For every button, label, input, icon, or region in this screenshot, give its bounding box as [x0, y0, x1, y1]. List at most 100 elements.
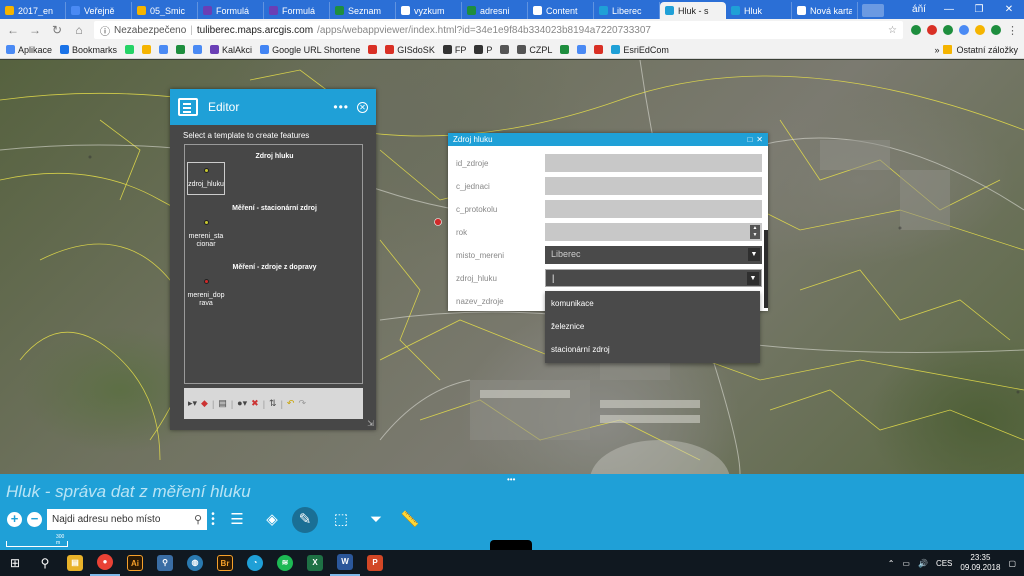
dropdown-option[interactable]: stacionární zdroj	[545, 337, 760, 360]
browser-tab[interactable]: Seznam	[330, 2, 396, 19]
star-icon[interactable]: ☆	[888, 25, 897, 36]
zdroj-hluku-select[interactable]: | ▼	[545, 269, 762, 287]
taskbar-app-search[interactable]: ⚲	[150, 550, 180, 576]
bookmark-item[interactable]	[176, 45, 186, 54]
dropdown-option[interactable]: komunikace	[545, 291, 760, 314]
redo-icon[interactable]: ↷	[298, 398, 306, 409]
close-icon[interactable]: ✕	[357, 101, 368, 113]
template-item-mereni-doprava[interactable]: mereni_dop rava	[187, 277, 225, 308]
search-box[interactable]: Najdi adresu nebo místo ⚲	[47, 509, 207, 530]
list-icon[interactable]: ☰	[226, 509, 248, 531]
extension-icon[interactable]	[991, 25, 1001, 35]
minimize-icon[interactable]: —	[934, 4, 964, 15]
profile-name[interactable]: áňí	[904, 4, 934, 15]
browser-tab[interactable]: Veřejně	[66, 2, 132, 19]
template-item-zdroj-hluku[interactable]: zdroj_hluku	[187, 162, 225, 195]
panel-grip-icon[interactable]: •••	[507, 475, 515, 484]
back-icon[interactable]: ←	[6, 23, 20, 37]
extension-icon[interactable]	[943, 25, 953, 35]
browser-tab[interactable]: Hluk - s	[660, 2, 726, 19]
select-tool-icon[interactable]: ▸▾	[188, 398, 197, 409]
browser-tab[interactable]: adresni	[462, 2, 528, 19]
bookmark-item[interactable]	[125, 45, 135, 54]
bookmark-item[interactable]	[368, 45, 378, 54]
spinner-icon[interactable]: ▲ ▼	[750, 225, 760, 239]
extension-icon[interactable]	[975, 25, 985, 35]
browser-tab[interactable]: Content	[528, 2, 594, 19]
bookmark-item[interactable]	[594, 45, 604, 54]
bookmark-item[interactable]	[193, 45, 203, 54]
edit-icon[interactable]: ✎	[292, 507, 318, 533]
resize-handle-icon[interactable]: ⇲	[367, 419, 374, 428]
search-input[interactable]: Najdi adresu nebo místo	[52, 514, 194, 525]
keyboard-language[interactable]: CES	[936, 559, 952, 568]
bookmark-item[interactable]: CZPL	[517, 45, 552, 55]
network-icon[interactable]: ▭	[902, 559, 910, 568]
taskbar-app-excel[interactable]: X	[300, 550, 330, 576]
volume-icon[interactable]: 🔊	[918, 559, 928, 568]
taskbar-app-word[interactable]: W	[330, 550, 360, 576]
taskbar-app-globe[interactable]: ◍	[180, 550, 210, 576]
template-item-mereni-stacionar[interactable]: mereni_sta cionar	[187, 218, 225, 249]
bookmark-item[interactable]: GISdoSK	[385, 45, 435, 55]
search-options-icon[interactable]: • • •	[211, 510, 215, 530]
undo-icon[interactable]: ↶	[287, 398, 295, 409]
dropdown-option[interactable]: železnice	[545, 314, 760, 337]
extension-icon[interactable]	[911, 25, 921, 35]
bookmark-item[interactable]: Bookmarks	[60, 45, 117, 55]
close-window-icon[interactable]: ✕	[994, 4, 1024, 15]
split-icon[interactable]: ⇅	[269, 398, 277, 409]
c-jednaci-input[interactable]	[545, 177, 762, 195]
chevron-up-icon[interactable]: ⌃	[888, 559, 895, 568]
filter-icon[interactable]: ⏷	[365, 509, 387, 531]
taskbar-app-spotify[interactable]: ≋	[270, 550, 300, 576]
id-zdroje-input[interactable]	[545, 154, 762, 172]
menu-icon[interactable]: ⋮	[1007, 24, 1018, 37]
bookmark-item[interactable]: EsriEdCom	[611, 45, 669, 55]
taskbar-app-chrome[interactable]: ●	[90, 550, 120, 576]
windows-start-icon[interactable]: ⊞	[0, 550, 30, 576]
reload-icon[interactable]: ↻	[50, 23, 64, 37]
bookmark-item[interactable]: P	[474, 45, 492, 55]
info-icon[interactable]: ⓘ	[100, 23, 110, 38]
delete-icon[interactable]: ✖	[251, 398, 259, 409]
taskbar-app-bridge[interactable]: Br	[210, 550, 240, 576]
chevron-down-icon[interactable]: ▼	[747, 272, 759, 285]
notifications-icon[interactable]: ▢	[1008, 559, 1016, 568]
restore-icon[interactable]: ❐	[964, 4, 994, 15]
bookmark-item[interactable]	[577, 45, 587, 54]
more-options-icon[interactable]: •••	[333, 100, 349, 114]
eraser-icon[interactable]: ◆	[201, 398, 208, 409]
search-icon[interactable]: ⚲	[194, 513, 202, 526]
attribute-scrollbar[interactable]	[764, 230, 768, 308]
misto-mereni-select[interactable]: Liberec ▼	[545, 246, 762, 264]
taskbar-app-explorer[interactable]: ▤	[60, 550, 90, 576]
layers-icon[interactable]: ◈	[261, 509, 283, 531]
search-icon[interactable]: ⚲	[30, 550, 60, 576]
c-protokolu-input[interactable]	[545, 200, 762, 218]
measure-icon[interactable]: 📏	[399, 509, 421, 531]
bookmark-item[interactable]	[500, 45, 510, 54]
bookmark-item[interactable]	[142, 45, 152, 54]
forward-icon[interactable]: →	[28, 23, 42, 37]
extension-icon[interactable]	[927, 25, 937, 35]
maximize-icon[interactable]: □	[747, 135, 752, 144]
new-tab-button[interactable]	[862, 4, 884, 17]
extension-icon[interactable]	[959, 25, 969, 35]
other-bookmarks[interactable]: Ostatní záložky	[956, 45, 1018, 55]
bookmark-item[interactable]: FP	[442, 45, 466, 55]
browser-tab[interactable]: Formulá	[198, 2, 264, 19]
select-features-icon[interactable]: ⬚	[330, 509, 352, 531]
browser-tab[interactable]: Liberec	[594, 2, 660, 19]
browser-tab[interactable]: Formulá	[264, 2, 330, 19]
chevron-down-icon[interactable]: ▼	[748, 248, 760, 261]
bookmark-item[interactable]	[159, 45, 169, 54]
bookmark-item[interactable]: Google URL Shortene	[260, 45, 360, 55]
url-field[interactable]: ⓘ Nezabezpečeno | tuliberec.maps.arcgis.…	[94, 21, 903, 39]
home-icon[interactable]: ⌂	[72, 23, 86, 37]
browser-tab[interactable]: 2017_en	[0, 2, 66, 19]
taskbar-app-arcgis[interactable]: ◔	[240, 550, 270, 576]
bookmark-item[interactable]: KalAkci	[210, 45, 252, 55]
browser-tab[interactable]: vyzkum	[396, 2, 462, 19]
taskbar-app-powerpoint[interactable]: P	[360, 550, 390, 576]
